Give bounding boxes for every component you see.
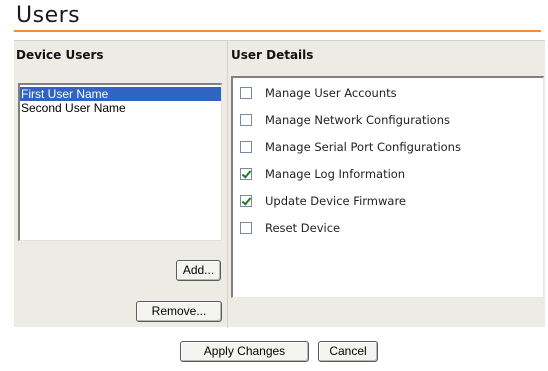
apply-changes-button[interactable]: Apply Changes — [180, 341, 309, 362]
footer-buttons: Apply Changes Cancel — [0, 341, 548, 363]
checkbox-manage-network-configurations[interactable] — [240, 114, 252, 126]
checkbox-manage-serial-port-configurations[interactable] — [240, 141, 252, 153]
checkbox-reset-device[interactable] — [240, 222, 252, 234]
cancel-button[interactable]: Cancel — [318, 341, 378, 362]
permission-manage-network-configurations[interactable]: Manage Network Configurations — [240, 112, 450, 128]
checkbox-update-device-firmware[interactable] — [240, 195, 252, 207]
permission-label: Reset Device — [265, 221, 341, 235]
device-users-list[interactable]: First User Name Second User Name — [18, 83, 222, 241]
checkbox-manage-user-accounts[interactable] — [240, 87, 252, 99]
page-title: Users — [16, 3, 81, 28]
user-details-panel: User Details Manage User Accounts Manage… — [229, 41, 545, 328]
permission-label: Update Device Firmware — [265, 194, 406, 208]
users-panel: Device Users First User Name Second User… — [14, 40, 545, 328]
user-details-header: User Details — [231, 48, 314, 62]
title-divider — [14, 30, 541, 32]
permission-label: Manage Network Configurations — [265, 113, 450, 127]
permission-update-device-firmware[interactable]: Update Device Firmware — [240, 193, 406, 209]
users-page: Users Device Users First User Name Secon… — [0, 0, 548, 371]
device-users-panel: Device Users First User Name Second User… — [14, 41, 228, 328]
permission-label: Manage User Accounts — [265, 86, 397, 100]
checkbox-manage-log-information[interactable] — [240, 168, 252, 180]
permission-manage-user-accounts[interactable]: Manage User Accounts — [240, 85, 397, 101]
permissions-box: Manage User Accounts Manage Network Conf… — [231, 76, 544, 298]
permission-manage-log-information[interactable]: Manage Log Information — [240, 166, 405, 182]
permission-manage-serial-port-configurations[interactable]: Manage Serial Port Configurations — [240, 139, 461, 155]
list-item-user-0[interactable]: First User Name — [20, 87, 221, 101]
permission-label: Manage Log Information — [265, 167, 406, 181]
list-item-user-1[interactable]: Second User Name — [20, 101, 221, 115]
device-users-header: Device Users — [16, 48, 104, 62]
add-user-button[interactable]: Add... — [176, 260, 221, 281]
remove-user-button[interactable]: Remove... — [136, 301, 222, 322]
permission-reset-device[interactable]: Reset Device — [240, 220, 340, 236]
permission-label: Manage Serial Port Configurations — [265, 140, 461, 154]
